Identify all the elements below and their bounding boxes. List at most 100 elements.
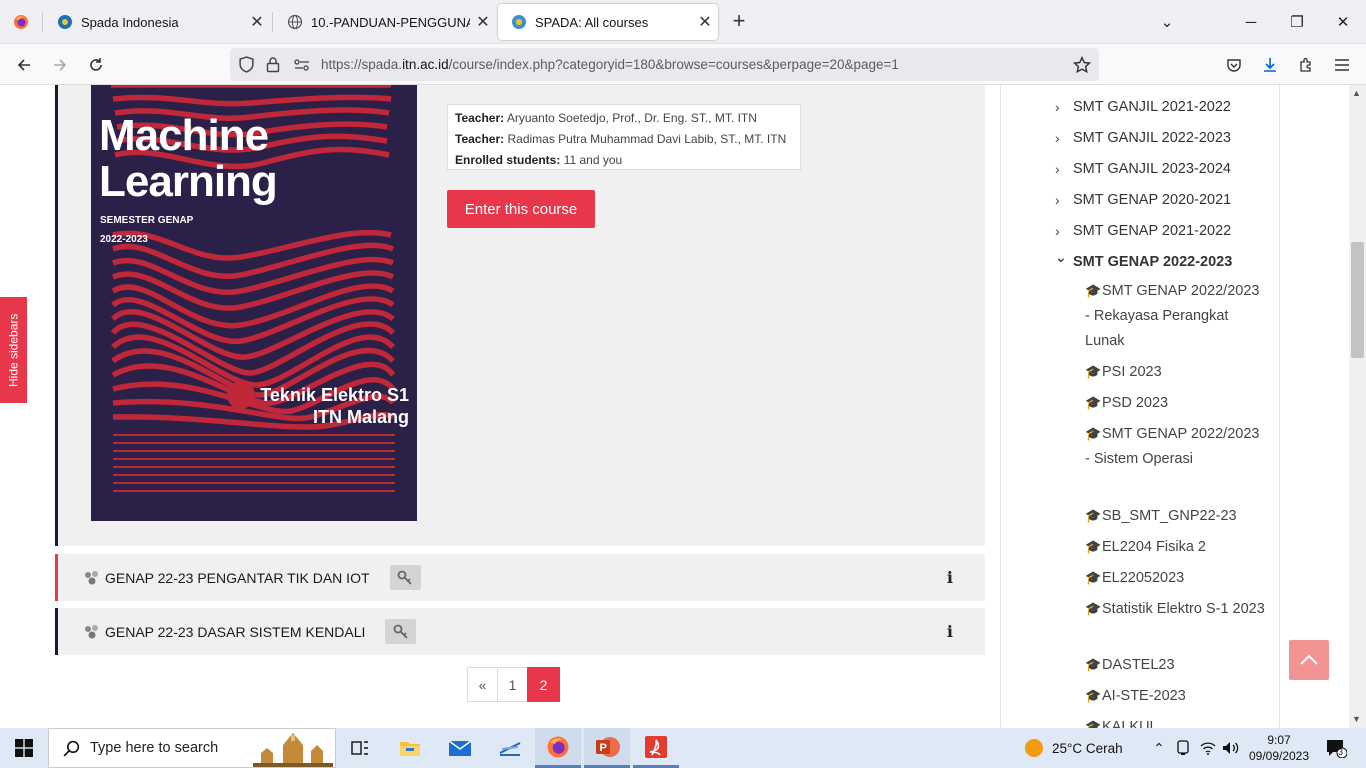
sidebar-category-open[interactable]: ⌄ SMT GENAP 2022-2023: [1055, 249, 1232, 270]
address-bar[interactable]: https://spada.itn.ac.id/course/index.php…: [230, 48, 1099, 81]
scroll-down-arrow-icon[interactable]: ▼: [1352, 714, 1361, 724]
chevron-right-icon: ›: [1055, 223, 1060, 239]
downloads-icon[interactable]: [1255, 50, 1285, 80]
weather-icon[interactable]: [1022, 728, 1046, 768]
close-tab-icon[interactable]: ✕: [244, 12, 270, 32]
restore-button[interactable]: ❐: [1274, 0, 1320, 44]
close-tab-icon[interactable]: ✕: [470, 12, 496, 32]
graduation-cap-icon: 🎓: [1085, 688, 1102, 703]
taskbar-firefox-icon[interactable]: [535, 728, 581, 768]
sidebar-category[interactable]: › SMT GANJIL 2023-2024: [1055, 161, 1231, 177]
snipping-tool-icon[interactable]: [492, 728, 528, 768]
teacher-link[interactable]: Radimas Putra Muhammad Davi Labib, ST., …: [507, 132, 786, 146]
app-menu-icon[interactable]: [1327, 50, 1357, 80]
file-explorer-icon[interactable]: [392, 728, 428, 768]
graduation-cap-icon: 🎓: [1085, 719, 1102, 728]
scrollbar-thumb[interactable]: [1351, 242, 1364, 358]
pocket-icon[interactable]: [1219, 50, 1249, 80]
sidebar-course[interactable]: 🎓SB_SMT_GNP22-23: [1085, 503, 1265, 529]
info-icon[interactable]: i: [947, 568, 953, 587]
graduation-cap-icon: 🎓: [1085, 283, 1102, 298]
back-button[interactable]: [9, 50, 39, 80]
clock[interactable]: 9:07 09/09/2023: [1248, 728, 1310, 768]
back-to-top-button[interactable]: [1289, 640, 1329, 680]
lock-icon[interactable]: [266, 56, 280, 73]
category-sidebar: › SMT GANJIL 2021-2022 › SMT GANJIL 2022-2…: [1000, 85, 1280, 728]
task-view-icon[interactable]: [342, 728, 378, 768]
page-scrollbar[interactable]: [1349, 85, 1366, 728]
new-tab-button[interactable]: +: [726, 10, 752, 32]
tracking-protection-icon[interactable]: [238, 56, 255, 73]
course-label: PSI 2023: [1102, 364, 1162, 380]
tab-title: Spada Indonesia: [81, 14, 179, 30]
sidebar-course[interactable]: 🎓SMT GENAP 2022/2023 - Sistem Operasi: [1085, 421, 1265, 472]
close-window-button[interactable]: ✕: [1320, 0, 1366, 44]
tab-spada-indonesia[interactable]: Spada Indonesia ✕: [44, 4, 270, 40]
cover-title-line2: Learning: [99, 157, 278, 206]
sidebar-course[interactable]: 🎓DASTEL23: [1085, 652, 1265, 678]
tab-spada-all-courses[interactable]: SPADA: All courses ✕: [498, 4, 718, 40]
mail-icon[interactable]: [442, 728, 478, 768]
notification-center-icon[interactable]: 3: [1320, 728, 1352, 768]
course-list-item[interactable]: GENAP 22-23 PENGANTAR TIK DAN IOT i: [55, 554, 985, 601]
graduation-cap-icon: 🎓: [1085, 539, 1102, 554]
course-cover-image[interactable]: Machine Learning SEMESTER GENAP 2022-2023 …: [91, 85, 417, 521]
sidebar-course[interactable]: 🎓KALKUL: [1085, 714, 1265, 728]
extensions-icon[interactable]: [1291, 50, 1321, 80]
scroll-up-arrow-icon[interactable]: ▲: [1352, 88, 1361, 98]
sidebar-course[interactable]: 🎓EL22052023: [1085, 565, 1265, 591]
chevron-up-icon[interactable]: ⌃: [1150, 728, 1168, 768]
tab-panduan[interactable]: 10.-PANDUAN-PENGGUNAAN- ✕: [274, 4, 496, 40]
firefox-menu-icon[interactable]: [0, 0, 42, 44]
cover-year: 2022-2023: [100, 234, 148, 245]
url-path: /course/index.php?categoryid=180&browse=…: [448, 57, 899, 72]
teacher-row: Teacher: Aryuanto Soetedjo, Prof., Dr. E…: [455, 108, 793, 129]
sidebar-course[interactable]: 🎓Statistik Elektro S-1 2023: [1085, 596, 1265, 622]
device-icon[interactable]: [1174, 728, 1192, 768]
forward-button[interactable]: [45, 50, 75, 80]
course-list-item[interactable]: GENAP 22-23 DASAR SISTEM KENDALI i: [55, 608, 985, 655]
taskbar-powerpoint-icon[interactable]: P: [584, 728, 630, 768]
info-icon[interactable]: i: [947, 622, 953, 641]
category-label: SMT GANJIL 2021-2022: [1073, 99, 1231, 115]
sidebar-category[interactable]: › SMT GENAP 2020-2021: [1055, 192, 1231, 208]
wifi-icon[interactable]: [1198, 728, 1218, 768]
list-all-tabs-icon[interactable]: ⌄: [1144, 0, 1190, 44]
sidebar-category[interactable]: › SMT GANJIL 2022-2023: [1055, 130, 1231, 146]
windows-start-icon[interactable]: [0, 728, 48, 768]
pagination-page-1[interactable]: 1: [497, 667, 528, 702]
teacher-label: Teacher:: [455, 132, 505, 146]
sidebar-course[interactable]: 🎓EL2204 Fisika 2: [1085, 534, 1265, 560]
taskbar-pdf-reader-icon[interactable]: [633, 728, 679, 768]
url-text[interactable]: https://spada.itn.ac.id/course/index.php…: [321, 57, 899, 72]
category-label: SMT GANJIL 2023-2024: [1073, 161, 1231, 177]
pagination-page-2[interactable]: 2: [527, 667, 560, 702]
chevron-right-icon: ›: [1055, 130, 1060, 146]
close-tab-icon[interactable]: ✕: [692, 12, 718, 32]
svg-text:P: P: [600, 742, 607, 754]
sidebar-category[interactable]: › SMT GENAP 2021-2022: [1055, 223, 1231, 239]
enter-course-button[interactable]: Enter this course: [447, 190, 595, 228]
course-label: SB_SMT_GNP22-23: [1102, 508, 1237, 524]
bookmark-star-icon[interactable]: [1073, 56, 1091, 74]
sidebar-category[interactable]: › SMT GANJIL 2021-2022: [1055, 99, 1231, 115]
sidebar-course[interactable]: 🎓PSI 2023: [1085, 359, 1265, 385]
navigation-toolbar: https://spada.itn.ac.id/course/index.php…: [0, 44, 1366, 85]
course-label: SMT GENAP 2022/2023 - Rekayasa Perangkat…: [1085, 283, 1260, 349]
volume-icon[interactable]: [1220, 728, 1242, 768]
course-label: KALKUL: [1102, 719, 1158, 728]
sidebar-course[interactable]: 🎓AI-STE-2023: [1085, 683, 1265, 709]
sidebar-course[interactable]: 🎓SMT GENAP 2022/2023 - Rekayasa Perangka…: [1085, 278, 1265, 354]
reload-button[interactable]: [81, 50, 111, 80]
taskbar-search-input[interactable]: Type here to search: [48, 728, 336, 768]
pagination-prev[interactable]: «: [467, 667, 498, 702]
permissions-icon[interactable]: [294, 58, 310, 72]
cover-semester: SEMESTER GENAP 2022-2023: [100, 211, 193, 249]
course-link[interactable]: GENAP 22-23 DASAR SISTEM KENDALI: [105, 624, 365, 640]
hide-sidebars-button[interactable]: Hide sidebars: [0, 297, 27, 403]
sidebar-course[interactable]: 🎓PSD 2023: [1085, 390, 1265, 416]
weather-text[interactable]: 25°C Cerah: [1052, 728, 1123, 768]
teacher-link[interactable]: Aryuanto Soetedjo, Prof., Dr. Eng. ST., …: [507, 111, 757, 125]
minimize-button[interactable]: ─: [1228, 0, 1274, 44]
course-link[interactable]: GENAP 22-23 PENGANTAR TIK DAN IOT: [105, 570, 370, 586]
